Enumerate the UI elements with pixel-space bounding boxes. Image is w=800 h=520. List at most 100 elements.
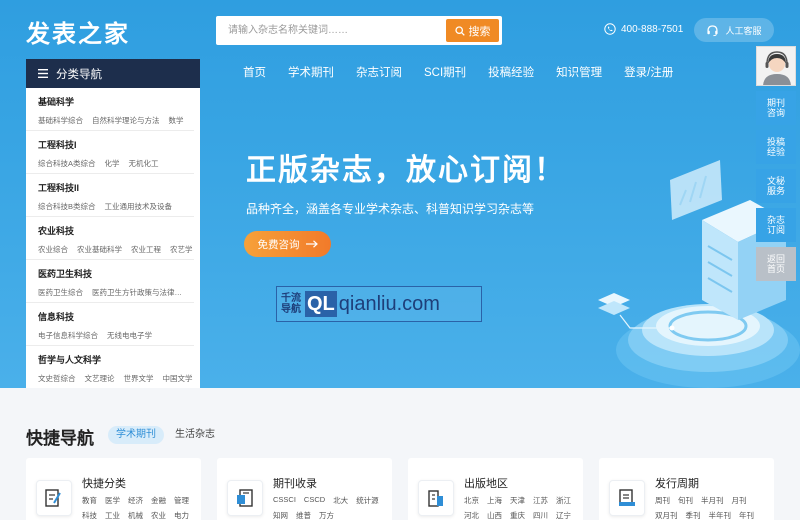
category-link[interactable]: 综合科技A类综合 <box>38 158 96 169</box>
hotline: 400-888-7501 <box>604 23 683 35</box>
category-link[interactable]: 基础科学综合 <box>38 115 83 126</box>
quick-link[interactable]: 河北 <box>464 510 479 520</box>
site-logo[interactable]: 发表之家 <box>26 14 130 49</box>
quick-link[interactable]: 辽宁 <box>556 510 571 520</box>
category-title[interactable]: 信息科技 <box>38 310 194 323</box>
category-title[interactable]: 农业科技 <box>38 224 194 237</box>
quick-link[interactable]: 周刊 <box>655 495 670 506</box>
quick-link[interactable]: 季刊 <box>686 510 701 520</box>
category-title[interactable]: 医药卫生科技 <box>38 267 194 280</box>
quick-link[interactable]: 四川 <box>533 510 548 520</box>
category-link[interactable]: 农业综合 <box>38 244 68 255</box>
nav-sci-journals[interactable]: SCI期刊 <box>413 64 477 82</box>
hotline-number: 400-888-7501 <box>621 23 684 35</box>
category-link[interactable]: 农业基础科学 <box>77 244 122 255</box>
category-title[interactable]: 基础科学 <box>38 95 194 108</box>
watermark-cn-top: 千流 <box>281 293 301 304</box>
quick-link[interactable]: 机械 <box>128 510 143 520</box>
quick-link[interactable]: 教育 <box>82 495 97 506</box>
quick-link[interactable]: 上海 <box>487 495 502 506</box>
category-link[interactable]: 数学 <box>169 115 184 126</box>
quick-card-frequency: 发行周期 周刊 旬刊 半月刊 月刊 双月刊 季刊 半年刊 年刊 <box>599 458 774 520</box>
quick-link[interactable]: 山西 <box>487 510 502 520</box>
nav-magazine-subscription[interactable]: 杂志订阅 <box>345 64 413 82</box>
category-link[interactable]: 农艺学 <box>170 244 193 255</box>
search-icon <box>454 25 465 36</box>
customer-service-button[interactable]: 人工客服 <box>694 18 774 42</box>
quick-link[interactable]: 北京 <box>464 495 479 506</box>
quick-link[interactable]: 统计源 <box>356 495 379 506</box>
category-title[interactable]: 哲学与人文科学 <box>38 353 194 366</box>
collection-icon <box>237 489 253 507</box>
hero-title: 正版杂志，放心订阅！ <box>246 154 566 187</box>
quick-link[interactable]: 维普 <box>296 510 311 520</box>
quick-link[interactable]: 金融 <box>151 495 166 506</box>
category-title[interactable]: 工程科技II <box>38 181 194 194</box>
category-group: 工程科技II 综合科技B类综合 工业通用技术及设备 <box>26 174 194 217</box>
search-button[interactable]: 搜索 <box>446 19 499 42</box>
quick-link[interactable]: 管理 <box>174 495 189 506</box>
quick-link[interactable]: 双月刊 <box>655 510 678 520</box>
category-link[interactable]: 自然科学理论与方法 <box>92 115 160 126</box>
tab-academic-journals[interactable]: 学术期刊 <box>108 426 164 444</box>
quick-link[interactable]: 天津 <box>510 495 525 506</box>
category-link[interactable]: 农业工程 <box>131 244 161 255</box>
category-link[interactable]: 世界文学 <box>124 373 154 384</box>
arrow-right-icon <box>305 240 318 248</box>
category-link[interactable]: 无线电电子学 <box>107 330 152 341</box>
quick-link[interactable]: CSSCI <box>273 495 296 506</box>
quick-link[interactable]: 半月刊 <box>701 495 724 506</box>
quick-link[interactable]: 电力 <box>174 510 189 520</box>
tab-lifestyle-magazines[interactable]: 生活杂志 <box>175 426 215 444</box>
category-title[interactable]: 工程科技I <box>38 138 194 151</box>
nav-knowledge[interactable]: 知识管理 <box>545 64 613 82</box>
category-link[interactable]: 综合科技B类综合 <box>38 201 96 212</box>
nav-submission-tips[interactable]: 投稿经验 <box>477 64 545 82</box>
nav-home[interactable]: 首页 <box>232 64 277 82</box>
quick-link[interactable]: 农业 <box>151 510 166 520</box>
customer-agent-icon <box>757 47 795 85</box>
float-magazine-subscribe[interactable]: 杂志订阅 <box>756 208 796 242</box>
float-back-home[interactable]: 返回首页 <box>756 247 796 281</box>
search-input[interactable] <box>216 16 446 45</box>
quick-link[interactable]: 万方 <box>319 510 334 520</box>
float-journal-consult[interactable]: 期刊咨询 <box>756 91 796 125</box>
quick-link[interactable]: 重庆 <box>510 510 525 520</box>
quick-link[interactable]: 江苏 <box>533 495 548 506</box>
quick-link[interactable]: 知网 <box>273 510 288 520</box>
quick-link[interactable]: 医学 <box>105 495 120 506</box>
quick-link[interactable]: 经济 <box>128 495 143 506</box>
category-link[interactable]: 无机化工 <box>129 158 159 169</box>
category-link[interactable]: 电子信息科学综合 <box>38 330 98 341</box>
service-avatar[interactable] <box>756 46 796 86</box>
category-link[interactable]: 化学 <box>105 158 120 169</box>
quick-link[interactable]: 半年刊 <box>709 510 732 520</box>
free-consult-button[interactable]: 免费咨询 <box>244 231 331 257</box>
category-group: 哲学与人文科学 文史哲综合 文艺理论 世界文学 中国文学 <box>26 346 194 388</box>
quick-link[interactable]: CSCD <box>304 495 325 506</box>
quick-link[interactable]: 旬刊 <box>678 495 693 506</box>
category-link[interactable]: 工业通用技术及设备 <box>105 201 173 212</box>
quick-link[interactable]: 科技 <box>82 510 97 520</box>
float-secretary-service[interactable]: 文秘服务 <box>756 169 796 203</box>
headset-icon <box>707 24 719 36</box>
category-link[interactable]: 医药卫生综合 <box>38 287 83 298</box>
nav-login-register[interactable]: 登录/注册 <box>613 64 684 82</box>
category-link[interactable]: 文史哲综合 <box>38 373 76 384</box>
category-link[interactable]: 医药卫生方针政策与法律… <box>92 287 182 298</box>
category-link[interactable]: 中国文学 <box>163 373 193 384</box>
watermark-cn-bottom: 导航 <box>281 304 301 315</box>
quick-link[interactable]: 月刊 <box>732 495 747 506</box>
quick-link[interactable]: 工业 <box>105 510 120 520</box>
category-nav-header[interactable]: 分类导航 <box>26 59 200 88</box>
floating-side-panel: 期刊咨询 投稿经验 文秘服务 杂志订阅 返回首页 <box>756 46 796 281</box>
building-icon <box>428 490 443 507</box>
phone-icon <box>604 23 616 35</box>
quick-link[interactable]: 北大 <box>333 495 348 506</box>
category-link[interactable]: 文艺理论 <box>85 373 115 384</box>
watermark-logo: 千流 导航 QL qianliu.com <box>276 286 482 322</box>
float-submission-tips[interactable]: 投稿经验 <box>756 130 796 164</box>
quick-link[interactable]: 浙江 <box>556 495 571 506</box>
nav-academic-journals[interactable]: 学术期刊 <box>277 64 345 82</box>
quick-link[interactable]: 年刊 <box>739 510 754 520</box>
